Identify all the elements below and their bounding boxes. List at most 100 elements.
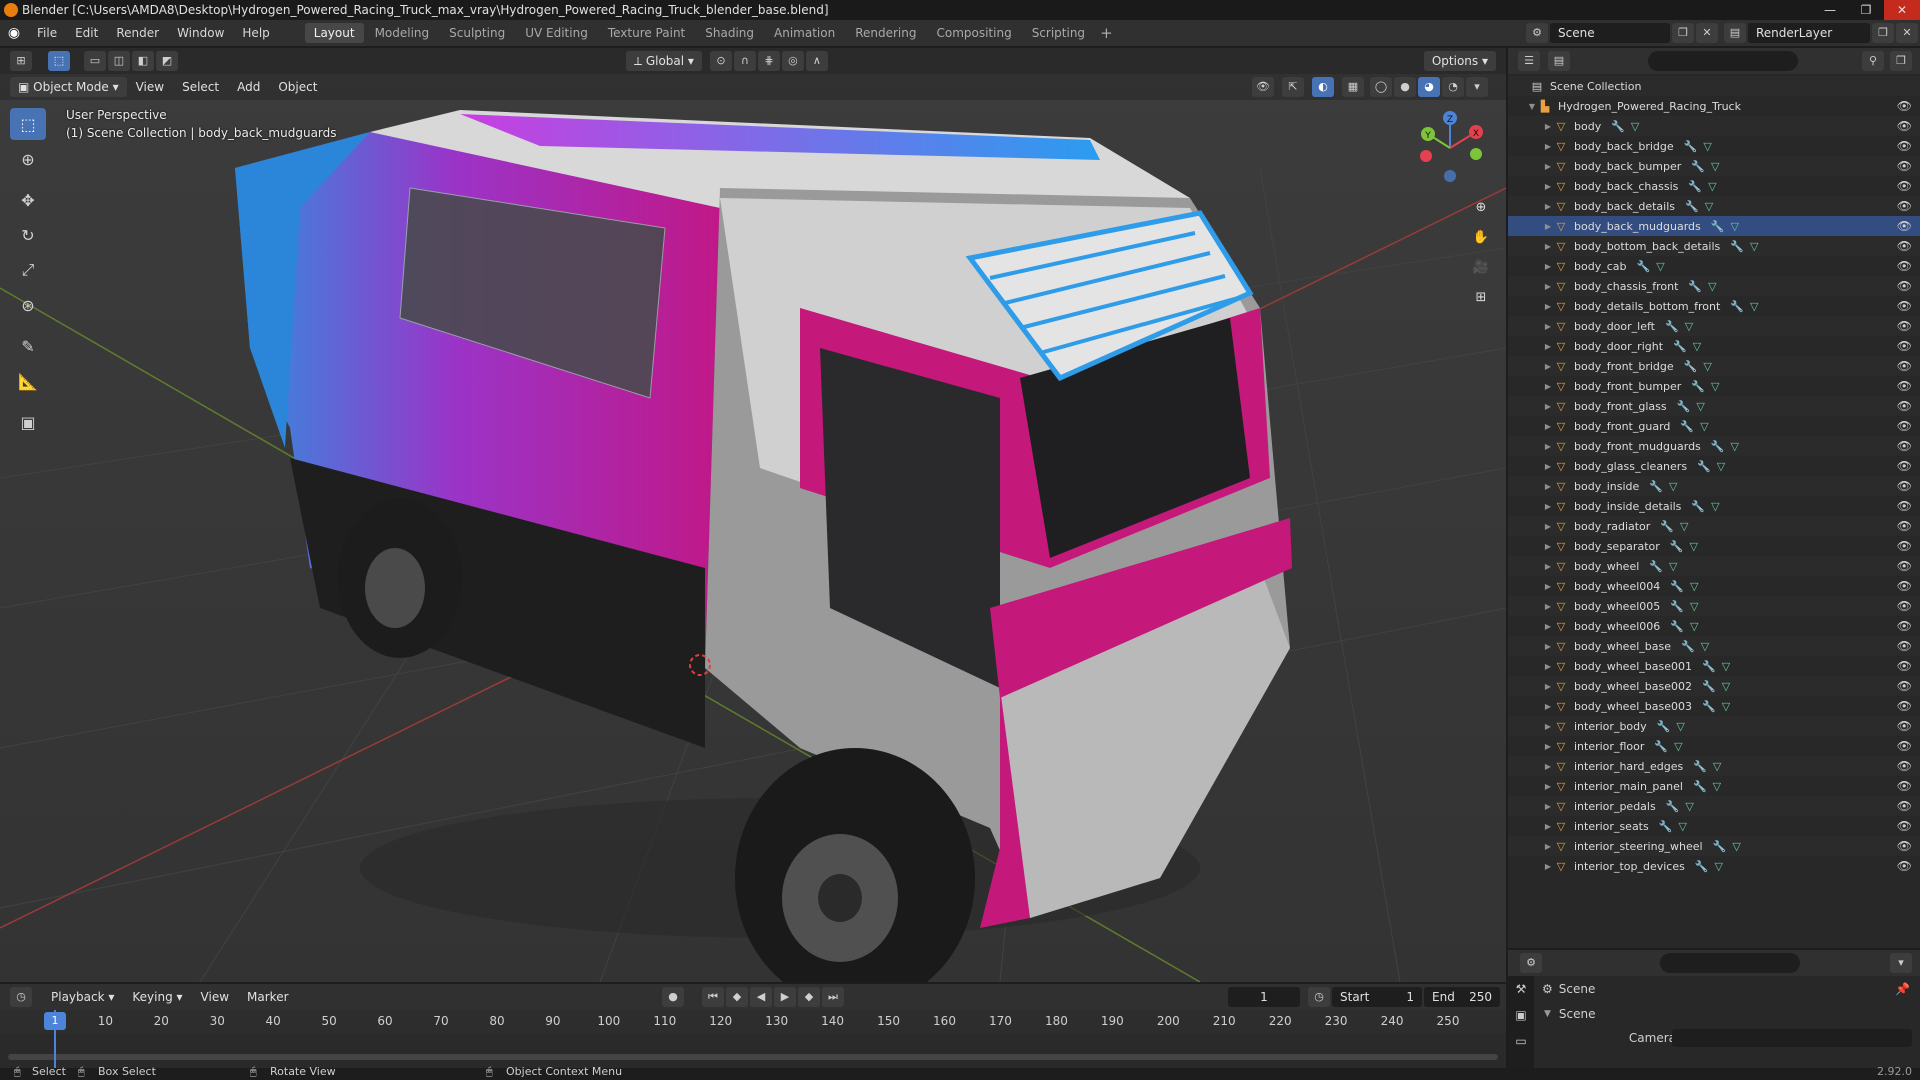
modifier-wrench-icon[interactable]: 🔧 — [1670, 580, 1684, 593]
outliner-object-row[interactable]: ▶ ▽ body_door_right 🔧 ▽ 👁 — [1508, 336, 1920, 356]
select-box-tool-icon[interactable]: ⬚ — [10, 108, 46, 140]
expand-arrow-icon[interactable]: ▶ — [1542, 462, 1554, 471]
expand-arrow-icon[interactable]: ▶ — [1542, 542, 1554, 551]
cursor-tool-icon[interactable]: ⊕ — [10, 143, 46, 175]
mesh-data-icon[interactable]: ▽ — [1708, 280, 1716, 293]
outliner-search-input[interactable] — [1648, 51, 1798, 71]
mesh-data-icon[interactable]: ▽ — [1690, 580, 1698, 593]
outliner-object-row[interactable]: ▶ ▽ interior_body 🔧 ▽ 👁 — [1508, 716, 1920, 736]
expand-arrow-icon[interactable]: ▶ — [1542, 422, 1554, 431]
expand-arrow-icon[interactable]: ▶ — [1542, 142, 1554, 151]
mesh-data-icon[interactable]: ▽ — [1700, 420, 1708, 433]
expand-arrow-icon[interactable]: ▶ — [1542, 122, 1554, 131]
tool-tab-icon[interactable]: ⚒ — [1508, 976, 1534, 1002]
collection-row[interactable]: ▼ ▙ Hydrogen_Powered_Racing_Truck 👁 — [1508, 96, 1920, 116]
visibility-eye-icon[interactable]: 👁 — [1897, 559, 1912, 573]
expand-arrow-icon[interactable]: ▶ — [1542, 702, 1554, 711]
view-layer-browse-icon[interactable]: ▤ — [1724, 23, 1746, 43]
outliner-object-row[interactable]: ▶ ▽ body_separator 🔧 ▽ 👁 — [1508, 536, 1920, 556]
expand-arrow-icon[interactable]: ▶ — [1542, 582, 1554, 591]
end-frame-field[interactable]: End 250 — [1424, 987, 1500, 1007]
outliner-object-row[interactable]: ▶ ▽ body_wheel_base001 🔧 ▽ 👁 — [1508, 656, 1920, 676]
expand-arrow-icon[interactable]: ▶ — [1542, 302, 1554, 311]
select-mode-invert-icon[interactable]: ◩ — [156, 51, 178, 71]
outliner-object-row[interactable]: ▶ ▽ body_radiator 🔧 ▽ 👁 — [1508, 516, 1920, 536]
expand-arrow-icon[interactable]: ▶ — [1542, 342, 1554, 351]
menu-edit[interactable]: Edit — [66, 20, 107, 46]
mesh-data-icon[interactable]: ▽ — [1690, 600, 1698, 613]
modifier-wrench-icon[interactable]: 🔧 — [1654, 740, 1668, 753]
expand-arrow-icon[interactable]: ▶ — [1542, 642, 1554, 651]
add-cube-tool-icon[interactable]: ▣ — [10, 406, 46, 438]
mesh-data-icon[interactable]: ▽ — [1680, 520, 1688, 533]
outliner-editor-type-icon[interactable]: ☰ — [1518, 51, 1540, 71]
visibility-eye-icon[interactable]: 👁 — [1897, 799, 1912, 813]
visibility-eye-icon[interactable]: 👁 — [1897, 739, 1912, 753]
outliner-object-row[interactable]: ▶ ▽ interior_floor 🔧 ▽ 👁 — [1508, 736, 1920, 756]
modifier-wrench-icon[interactable]: 🔧 — [1611, 120, 1625, 133]
visibility-eye-icon[interactable]: 👁 — [1897, 859, 1912, 873]
mesh-data-icon[interactable]: ▽ — [1722, 680, 1730, 693]
visibility-eye-icon[interactable]: 👁 — [1897, 339, 1912, 353]
visibility-eye-icon[interactable]: 👁 — [1897, 619, 1912, 633]
modifier-wrench-icon[interactable]: 🔧 — [1713, 840, 1727, 853]
select-mode-extend-icon[interactable]: ◫ — [108, 51, 130, 71]
frame-ruler[interactable]: 10 20 30 40 50 60 70 80 90 100 110 120 130 140 150 160 1… — [0, 1010, 1506, 1034]
modifier-wrench-icon[interactable]: 🔧 — [1693, 760, 1707, 773]
mesh-data-icon[interactable]: ▽ — [1689, 540, 1697, 553]
zoom-icon[interactable]: ⊕ — [1468, 194, 1494, 220]
tab-layout[interactable]: Layout — [304, 23, 364, 43]
expand-arrow-icon[interactable]: ▶ — [1542, 662, 1554, 671]
visibility-eye-icon[interactable]: 👁 — [1897, 119, 1912, 133]
visibility-eye-icon[interactable]: 👁 — [1897, 99, 1912, 113]
tab-scripting[interactable]: Scripting — [1023, 23, 1094, 43]
outliner-object-row[interactable]: ▶ ▽ body_back_chassis 🔧 ▽ 👁 — [1508, 176, 1920, 196]
expand-arrow-icon[interactable]: ▶ — [1542, 522, 1554, 531]
output-tab-icon[interactable]: ▭ — [1508, 1028, 1534, 1054]
visibility-eye-icon[interactable]: 👁 — [1897, 219, 1912, 233]
render-tab-icon[interactable]: ▣ — [1508, 1002, 1534, 1028]
outliner-object-row[interactable]: ▶ ▽ body_front_bridge 🔧 ▽ 👁 — [1508, 356, 1920, 376]
delete-scene-icon[interactable]: ✕ — [1696, 23, 1718, 43]
maximize-button[interactable]: ❐ — [1848, 0, 1884, 20]
view-layer-field[interactable]: RenderLayer — [1748, 23, 1870, 43]
editor-type-icon[interactable]: ⊞ — [10, 51, 32, 71]
modifier-wrench-icon[interactable]: 🔧 — [1670, 540, 1684, 553]
visibility-eye-icon[interactable]: 👁 — [1897, 199, 1912, 213]
modifier-wrench-icon[interactable]: 🔧 — [1649, 480, 1663, 493]
xray-toggle-icon[interactable]: ▦ — [1342, 77, 1364, 97]
outliner-object-row[interactable]: ▶ ▽ body_inside 🔧 ▽ 👁 — [1508, 476, 1920, 496]
mesh-data-icon[interactable]: ▽ — [1722, 700, 1730, 713]
outliner-object-row[interactable]: ▶ ▽ body_back_details 🔧 ▽ 👁 — [1508, 196, 1920, 216]
measure-tool-icon[interactable]: 📐 — [10, 365, 46, 397]
visibility-eye-icon[interactable]: 👁 — [1897, 359, 1912, 373]
expand-arrow-icon[interactable]: ▶ — [1542, 222, 1554, 231]
mesh-data-icon[interactable]: ▽ — [1713, 760, 1721, 773]
visibility-eye-icon[interactable]: 👁 — [1897, 399, 1912, 413]
expand-arrow-icon[interactable]: ▶ — [1542, 802, 1554, 811]
expand-arrow-icon[interactable]: ▶ — [1542, 682, 1554, 691]
camera-view-icon[interactable]: 🎥 — [1468, 254, 1494, 280]
mesh-data-icon[interactable]: ▽ — [1693, 340, 1701, 353]
mesh-data-icon[interactable]: ▽ — [1711, 500, 1719, 513]
modifier-wrench-icon[interactable]: 🔧 — [1680, 420, 1694, 433]
outliner-object-row[interactable]: ▶ ▽ interior_seats 🔧 ▽ 👁 — [1508, 816, 1920, 836]
scene-collection-row[interactable]: ▤ Scene Collection — [1508, 76, 1920, 96]
expand-arrow-icon[interactable]: ▶ — [1542, 242, 1554, 251]
expand-arrow-icon[interactable]: ▶ — [1542, 822, 1554, 831]
mesh-data-icon[interactable]: ▽ — [1732, 840, 1740, 853]
falloff-icon[interactable]: ∧ — [805, 51, 828, 71]
modifier-wrench-icon[interactable]: 🔧 — [1702, 680, 1716, 693]
expand-arrow-icon[interactable]: ▶ — [1542, 322, 1554, 331]
visibility-eye-icon[interactable]: 👁 — [1897, 459, 1912, 473]
jump-end-icon[interactable]: ⏭ — [822, 987, 844, 1007]
proportional-edit-icon[interactable]: ◎ — [781, 51, 804, 71]
visibility-eye-icon[interactable]: 👁 — [1897, 699, 1912, 713]
timeline-scrollbar[interactable] — [8, 1054, 1498, 1060]
select-tool-icon[interactable]: ⬚ — [48, 51, 70, 71]
shading-solid-icon[interactable]: ● — [1394, 77, 1416, 97]
mesh-data-icon[interactable]: ▽ — [1711, 160, 1719, 173]
outliner-object-row[interactable]: ▶ ▽ body_back_bridge 🔧 ▽ 👁 — [1508, 136, 1920, 156]
outliner-object-row[interactable]: ▶ ▽ body_wheel006 🔧 ▽ 👁 — [1508, 616, 1920, 636]
mesh-data-icon[interactable]: ▽ — [1708, 180, 1716, 193]
